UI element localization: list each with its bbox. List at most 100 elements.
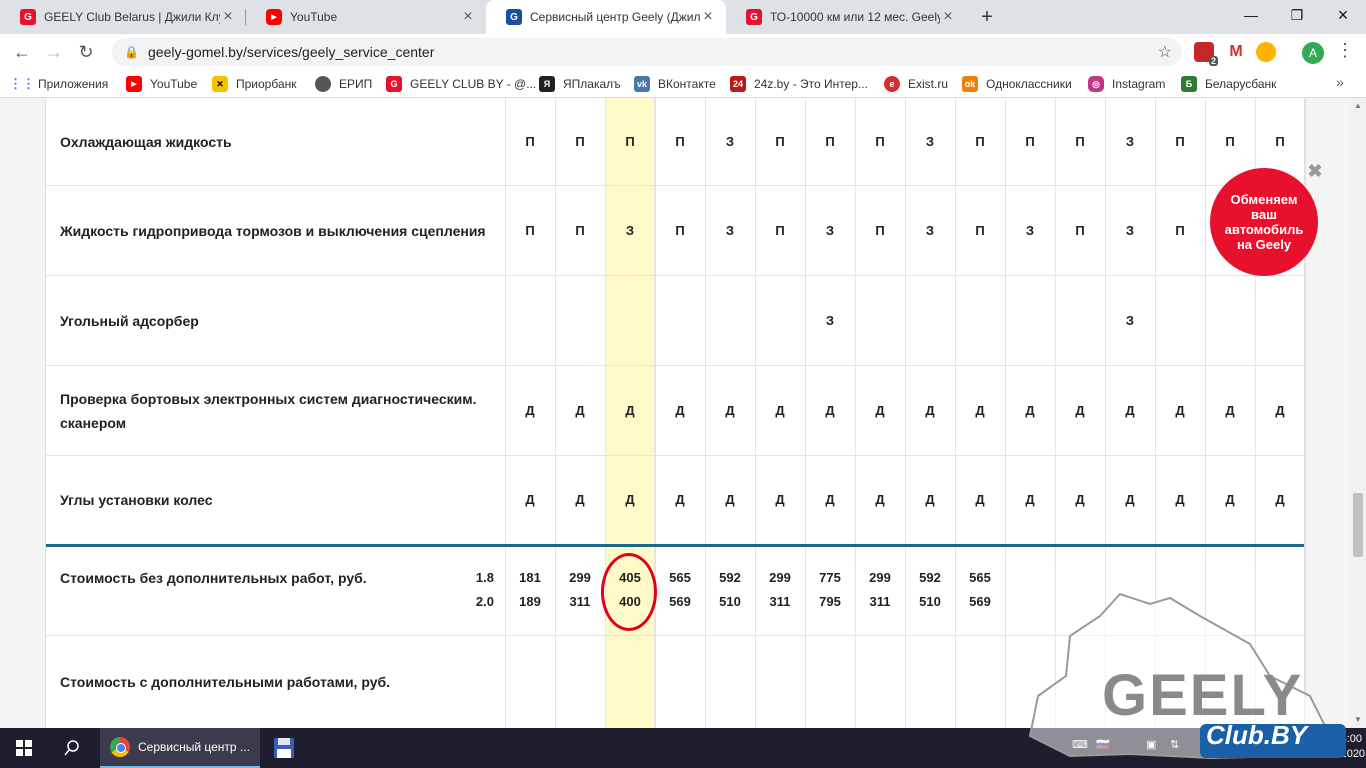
- avatar[interactable]: A: [1302, 42, 1324, 64]
- forward-button[interactable]: →: [42, 40, 66, 64]
- close-icon[interactable]: ✖: [1306, 162, 1324, 180]
- cost-cell: 795: [819, 594, 841, 609]
- table-cell: Д: [1225, 492, 1235, 507]
- floppy-disk-icon[interactable]: [266, 728, 302, 768]
- clock[interactable]: 8:00 06.04.2020: [1310, 732, 1365, 762]
- table-cell: П: [575, 223, 585, 238]
- page-content: Охлаждающая жидкость Жидкость гидроприво…: [0, 98, 1350, 728]
- bookmark-label: ВКонтакте: [658, 77, 716, 91]
- network-icon[interactable]: ⇅: [1170, 738, 1179, 751]
- browser-toolbar: ← → ↻ 🔒 geely-gomel.by/services/geely_se…: [0, 34, 1366, 70]
- close-icon[interactable]: ×: [460, 8, 476, 26]
- cost-cell: 569: [969, 594, 991, 609]
- table-cell: Д: [975, 492, 985, 507]
- bookmark-label: Приорбанк: [236, 77, 297, 91]
- windows-start-icon[interactable]: [0, 728, 48, 768]
- bookmark-youtube[interactable]: ▶ YouTube: [126, 70, 197, 98]
- window-close-button[interactable]: ×: [1320, 0, 1366, 30]
- close-icon[interactable]: ×: [220, 8, 236, 26]
- cost-cell: 510: [919, 594, 941, 609]
- yaplakal-icon: Я: [539, 76, 555, 92]
- bookmark-yaplakal[interactable]: Я ЯПлакалъ: [539, 70, 621, 98]
- bookmark-label: Exist.ru: [908, 77, 949, 91]
- scroll-down-icon[interactable]: ▼: [1350, 712, 1366, 728]
- menu-icon[interactable]: ⋮: [1336, 40, 1354, 61]
- promo-line: Обменяем: [1230, 192, 1298, 207]
- cost-cell: 565: [969, 570, 991, 585]
- table-cell: Д: [875, 492, 885, 507]
- table-cell: Д: [525, 403, 535, 418]
- table-cell: П: [975, 223, 985, 238]
- bookmark-geely-club[interactable]: G GEELY CLUB BY - @...: [386, 70, 536, 98]
- exist-icon: e: [884, 76, 900, 92]
- bookmark-belarusbank[interactable]: Б Беларусбанк: [1181, 70, 1276, 98]
- tray-app-icon[interactable]: ▣: [1146, 738, 1156, 751]
- back-button[interactable]: ←: [10, 40, 34, 64]
- table-cell: П: [825, 134, 835, 149]
- table-cell: Д: [1125, 492, 1135, 507]
- close-icon[interactable]: ×: [700, 8, 716, 26]
- bookmark-label: GEELY CLUB BY - @...: [410, 77, 537, 91]
- cost-cell: 299: [569, 570, 591, 585]
- table-cell: Д: [1075, 403, 1085, 418]
- new-tab-button[interactable]: +: [976, 6, 998, 29]
- bookmark-label: 24z.by - Это Интер...: [754, 77, 868, 91]
- red-circle-annotation: [601, 553, 657, 631]
- bookmark-erip[interactable]: ЕРИП: [315, 70, 372, 98]
- chevron-right-icon[interactable]: »: [1336, 74, 1344, 90]
- cost-cell: 311: [569, 594, 591, 609]
- youtube-icon: ▶: [266, 9, 282, 25]
- table-cell: Д: [1025, 403, 1035, 418]
- bookmark-exist[interactable]: e Exist.ru: [884, 70, 948, 98]
- table-cell: П: [975, 134, 985, 149]
- scroll-up-icon[interactable]: ▲: [1350, 98, 1366, 114]
- taskbar-chrome-button[interactable]: Сервисный центр ...: [100, 728, 260, 768]
- reload-button[interactable]: ↻: [74, 40, 98, 64]
- table-cell: П: [1175, 223, 1185, 238]
- bookmark-ok[interactable]: ok Одноклассники: [962, 70, 1072, 98]
- close-icon[interactable]: ×: [940, 8, 956, 26]
- youtube-icon: ▶: [126, 76, 142, 92]
- tab-service-center[interactable]: G Сервисный центр Geely (Джили ×: [486, 0, 726, 34]
- table-cell: Д: [1025, 492, 1035, 507]
- bookmark-24z[interactable]: 24 24z.by - Это Интер...: [730, 70, 868, 98]
- table-cell: З: [925, 134, 935, 149]
- table-cell: П: [1025, 134, 1035, 149]
- table-cell: Д: [875, 403, 885, 418]
- maximize-button[interactable]: ❐: [1274, 0, 1320, 30]
- keyboard-icon[interactable]: ⌨: [1072, 738, 1088, 751]
- tab-geely-club[interactable]: G GEELY Club Belarus | Джили Клуб ×: [0, 0, 246, 34]
- bookmark-apps[interactable]: ⋮⋮ Приложения: [9, 70, 108, 98]
- abp-extension-icon[interactable]: 2: [1194, 42, 1218, 66]
- scroll-thumb[interactable]: [1353, 493, 1363, 557]
- row-label: Жидкость гидропривода тормозов и выключе…: [60, 222, 486, 239]
- cost-cell: 592: [719, 570, 741, 585]
- table-cell: З: [1125, 223, 1135, 238]
- address-bar[interactable]: 🔒 geely-gomel.by/services/geely_service_…: [112, 38, 1182, 66]
- table-cell: Д: [1125, 403, 1135, 418]
- bookmark-star-icon[interactable]: ☆: [1158, 42, 1172, 62]
- table-cell: Д: [625, 492, 635, 507]
- table-cell: З: [725, 223, 735, 238]
- table-cell: Д: [575, 492, 585, 507]
- geely-icon: G: [386, 76, 402, 92]
- bookmark-vk[interactable]: vk ВКонтакте: [634, 70, 716, 98]
- table-cell: Д: [1175, 492, 1185, 507]
- bookmark-label: ЯПлакалъ: [563, 77, 621, 91]
- search-icon[interactable]: [48, 728, 96, 768]
- geely-icon: G: [506, 9, 522, 25]
- tab-to-10000[interactable]: G ТО-10000 км или 12 мес. Geely ×: [726, 0, 966, 34]
- tab-youtube[interactable]: ▶ YouTube ×: [246, 0, 486, 34]
- extension-icon[interactable]: [1256, 42, 1276, 62]
- language-flag-icon[interactable]: 🇷🇺: [1096, 738, 1110, 751]
- bookmark-instagram[interactable]: ◎ Instagram: [1088, 70, 1165, 98]
- bookmark-priorbank[interactable]: ✕ Приорбанк: [212, 70, 297, 98]
- table-cell: З: [1025, 223, 1035, 238]
- gmail-icon[interactable]: M: [1226, 42, 1246, 62]
- minimize-button[interactable]: —: [1228, 0, 1274, 30]
- vk-icon: vk: [634, 76, 650, 92]
- cost-cell: 181: [519, 570, 541, 585]
- trade-in-promo[interactable]: Обменяем ваш автомобиль на Geely: [1210, 168, 1318, 276]
- lock-icon: 🔒: [124, 45, 139, 59]
- page-scrollbar[interactable]: ▲ ▼: [1350, 98, 1366, 728]
